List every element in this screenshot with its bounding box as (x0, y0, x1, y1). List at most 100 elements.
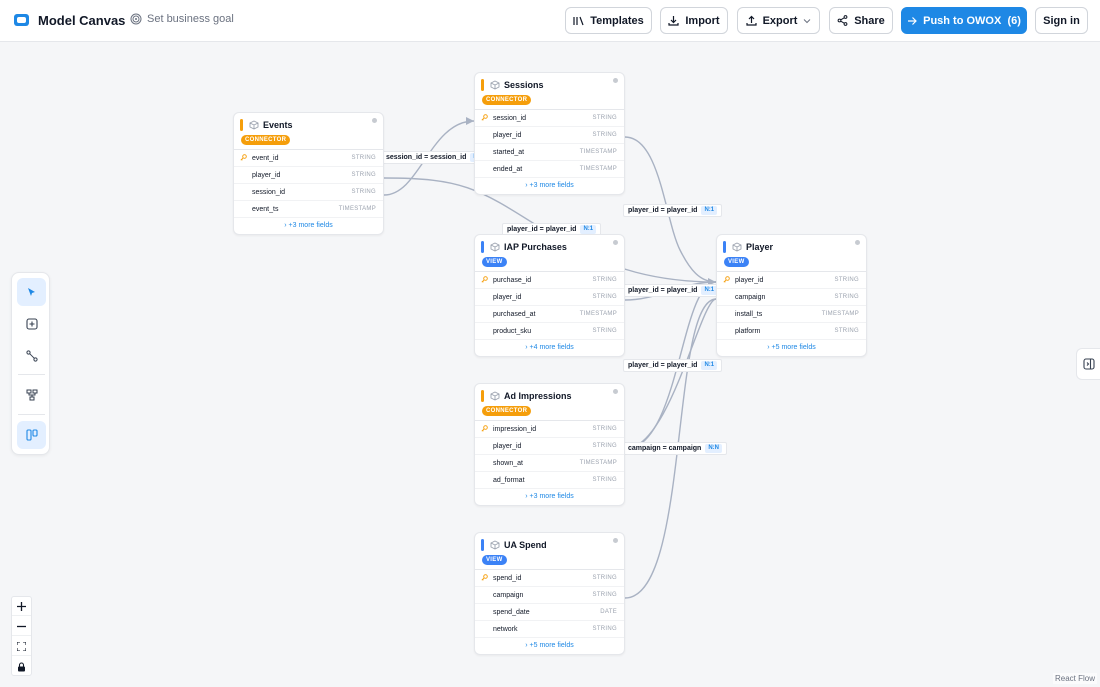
node-type-badge: CONNECTOR (482, 95, 532, 105)
node-handle[interactable] (613, 78, 618, 83)
node-type-badge: VIEW (482, 555, 507, 565)
field-type: STRING (592, 132, 617, 138)
key-icon (723, 276, 730, 283)
field-name: player_id (493, 132, 522, 139)
more-fields-link[interactable]: › +5 more fields (475, 638, 624, 654)
field-row[interactable]: started_at TIMESTAMP (475, 144, 624, 161)
node-sessions[interactable]: Sessions CONNECTOR session_id STRING player_… (474, 72, 625, 195)
node-ad-impressions[interactable]: Ad Impressions CONNECTOR impression_id STRI… (474, 383, 625, 506)
lock-button[interactable] (12, 657, 31, 676)
more-fields-link[interactable]: › +3 more fields (475, 178, 624, 194)
node-header[interactable]: IAP Purchases VIEW (475, 235, 624, 272)
zoom-in-button[interactable] (12, 597, 31, 616)
more-fields-link[interactable]: › +4 more fields (475, 340, 624, 356)
more-fields-link[interactable]: › +3 more fields (234, 218, 383, 234)
cardinality-badge: N:1 (701, 361, 718, 370)
field-name: spend_date (493, 609, 530, 616)
node-handle[interactable] (372, 118, 377, 123)
export-button[interactable]: Export (737, 7, 820, 34)
edge-arrow-sessions (466, 117, 474, 125)
field-row[interactable]: player_id STRING (234, 167, 383, 184)
cube-icon (490, 242, 500, 252)
field-row[interactable]: session_id STRING (475, 110, 624, 127)
node-ua-spend[interactable]: UA Spend VIEW spend_id STRING campaign STRING… (474, 532, 625, 655)
node-handle[interactable] (613, 240, 618, 245)
key-icon (481, 276, 488, 283)
edge-label[interactable]: player_id = player_id N:1 (623, 204, 723, 217)
share-button[interactable]: Share (829, 7, 893, 34)
sign-in-label: Sign in (1043, 14, 1080, 27)
field-row[interactable]: purchased_at TIMESTAMP (475, 306, 624, 323)
field-row[interactable]: platform STRING (717, 323, 866, 340)
edge-label[interactable]: player_id = player_id N:1 (623, 359, 723, 372)
node-type-bar (481, 79, 484, 91)
node-header[interactable]: UA Spend VIEW (475, 533, 624, 570)
set-goal-link[interactable]: Set business goal (130, 13, 234, 25)
minus-icon (17, 625, 26, 627)
field-row[interactable]: player_id STRING (475, 127, 624, 144)
react-flow-attribution[interactable]: React Flow (1052, 673, 1097, 684)
field-row[interactable]: ad_format STRING (475, 472, 624, 489)
import-button[interactable]: Import (660, 7, 728, 34)
node-header[interactable]: Ad Impressions CONNECTOR (475, 384, 624, 421)
field-type: STRING (592, 426, 617, 432)
field-row[interactable]: spend_date DATE (475, 604, 624, 621)
node-title: Events (263, 120, 293, 130)
field-row[interactable]: campaign STRING (717, 289, 866, 306)
field-row[interactable]: session_id STRING (234, 184, 383, 201)
field-row[interactable]: player_id STRING (475, 438, 624, 455)
more-fields-link[interactable]: › +3 more fields (475, 489, 624, 505)
field-row[interactable]: ended_at TIMESTAMP (475, 161, 624, 178)
more-fields-label: +3 more fields (288, 222, 333, 229)
node-header[interactable]: Sessions CONNECTOR (475, 73, 624, 110)
more-fields-link[interactable]: › +5 more fields (717, 340, 866, 356)
connect-tool-button[interactable] (17, 342, 46, 370)
top-bar: Model Canvas Set business goal Templates… (0, 0, 1100, 42)
field-row[interactable]: impression_id STRING (475, 421, 624, 438)
field-row[interactable]: event_id STRING (234, 150, 383, 167)
fit-view-button[interactable] (12, 637, 31, 656)
node-player[interactable]: Player VIEW player_id STRING campaign STRING i… (716, 234, 867, 357)
field-row[interactable]: event_ts TIMESTAMP (234, 201, 383, 218)
field-row[interactable]: product_sku STRING (475, 323, 624, 340)
field-name: session_id (493, 115, 527, 122)
layout-tool-button[interactable] (17, 381, 46, 409)
edge-label[interactable]: campaign = campaign N:N (623, 442, 728, 455)
add-node-tool-button[interactable] (17, 310, 46, 338)
field-row[interactable]: campaign STRING (475, 587, 624, 604)
node-header[interactable]: Events CONNECTOR (234, 113, 383, 150)
field-name: ended_at (493, 166, 523, 173)
field-row[interactable]: spend_id STRING (475, 570, 624, 587)
panels-tool-button[interactable] (17, 421, 46, 449)
field-row[interactable]: install_ts TIMESTAMP (717, 306, 866, 323)
node-handle[interactable] (613, 389, 618, 394)
field-row[interactable]: player_id STRING (475, 289, 624, 306)
sign-in-button[interactable]: Sign in (1035, 7, 1088, 34)
field-name: started_at (493, 149, 525, 156)
node-iap-purchases[interactable]: IAP Purchases VIEW purchase_id STRING player… (474, 234, 625, 357)
app-logo-icon (14, 14, 29, 26)
push-to-owox-button[interactable]: Push to OWOX (6) (901, 7, 1027, 34)
node-type-bar (240, 119, 243, 131)
node-handle[interactable] (613, 538, 618, 543)
zoom-controls (11, 596, 32, 676)
cube-icon (490, 391, 500, 401)
templates-button[interactable]: Templates (565, 7, 652, 34)
field-type: TIMESTAMP (579, 149, 617, 155)
select-tool-button[interactable] (17, 278, 46, 306)
field-row[interactable]: purchase_id STRING (475, 272, 624, 289)
field-name: platform (735, 328, 761, 335)
zoom-out-button[interactable] (12, 617, 31, 636)
node-header[interactable]: Player VIEW (717, 235, 866, 272)
side-panel-toggle[interactable] (1076, 348, 1100, 380)
edge-label-text: session_id = session_id (386, 154, 467, 161)
field-row[interactable]: player_id STRING (717, 272, 866, 289)
field-name: spend_id (493, 575, 522, 582)
field-row[interactable]: network STRING (475, 621, 624, 638)
node-handle[interactable] (855, 240, 860, 245)
hierarchy-icon (26, 389, 37, 401)
more-fields-label: +3 more fields (529, 493, 574, 500)
edge-label[interactable]: player_id = player_id N:1 (623, 284, 723, 297)
node-events[interactable]: Events CONNECTOR event_id STRING player_id ST… (233, 112, 384, 235)
field-row[interactable]: shown_at TIMESTAMP (475, 455, 624, 472)
